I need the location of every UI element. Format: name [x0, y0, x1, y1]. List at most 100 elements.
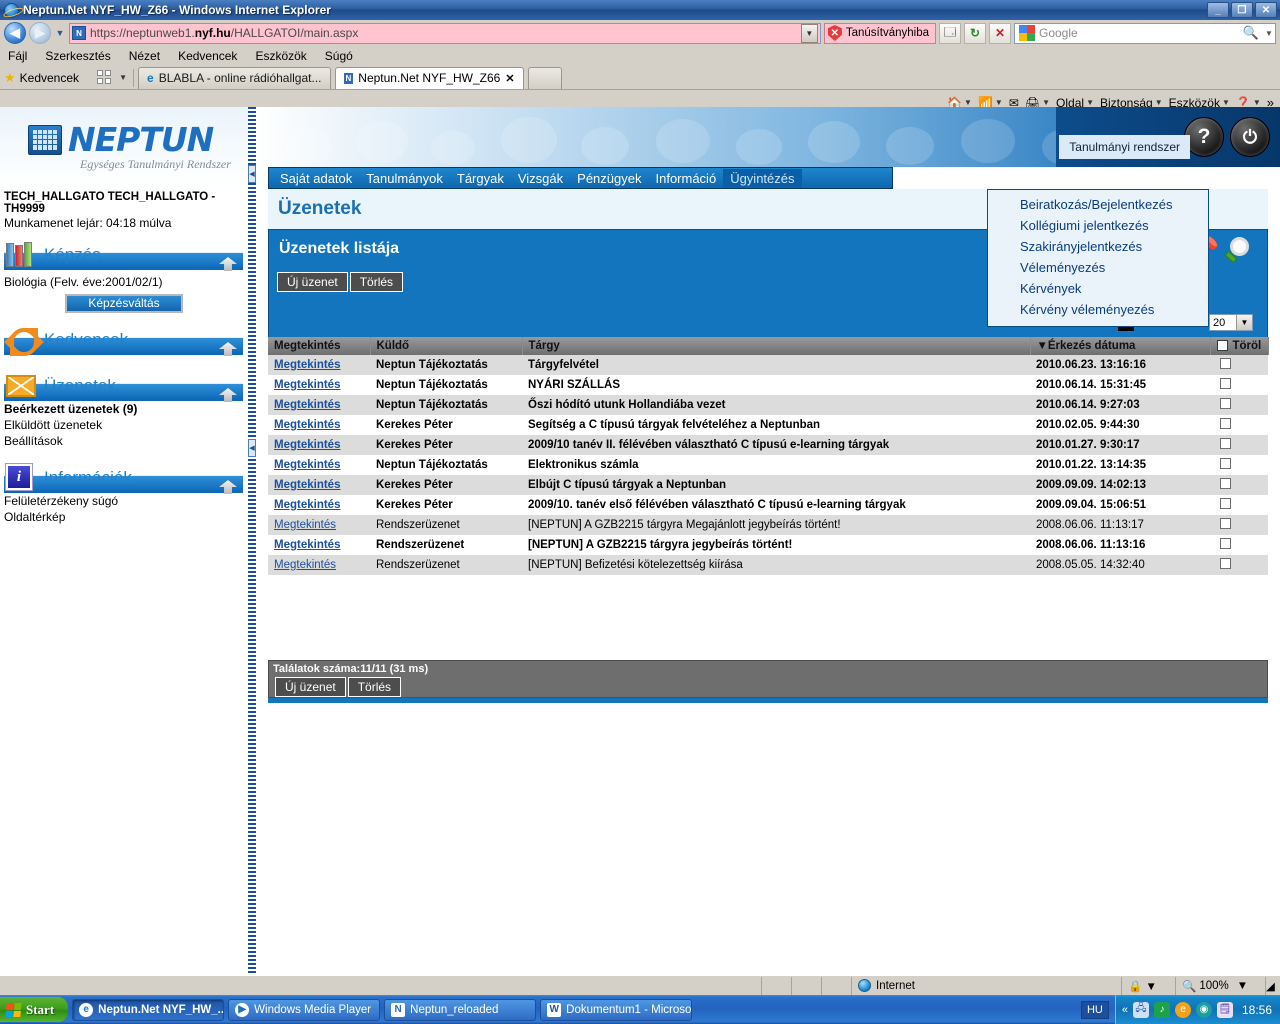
table-row[interactable]: Megtekintés Rendszerüzenet [NEPTUN] A GZB2… — [268, 515, 1268, 535]
cell-view[interactable]: Megtekintés — [268, 515, 370, 535]
cell-delete[interactable] — [1210, 435, 1268, 455]
address-input[interactable]: N https://neptunweb1.nyf.hu/HALLGATOI/ma… — [69, 22, 821, 44]
start-button[interactable]: Start — [0, 997, 69, 1022]
back-button[interactable]: ◀ — [4, 22, 26, 44]
splitter-collapse-bottom-icon[interactable]: ◀ — [248, 439, 256, 457]
delete-button-top[interactable]: Törlés — [349, 272, 404, 292]
taskbar-item[interactable]: e Neptun.Net NYF_HW_... — [72, 998, 225, 1021]
new-message-button-bottom[interactable]: Új üzenet — [275, 677, 346, 697]
nav-item-vizsgak[interactable]: Vizsgák — [511, 169, 570, 188]
delete-checkbox[interactable] — [1220, 558, 1231, 569]
collapse-arrow-icon[interactable] — [219, 388, 237, 402]
system-tab[interactable]: Tanulmányi rendszer — [1059, 135, 1190, 159]
network-icon[interactable]: 🖧 — [1132, 1001, 1149, 1018]
dropdown-item-beiratkozas[interactable]: Beiratkozás/Bejelentkezés — [988, 194, 1208, 215]
taskbar-item[interactable]: W Dokumentum1 - Microsof... — [540, 998, 693, 1021]
nav-item-penzugyek[interactable]: Pénzügyek — [570, 169, 648, 188]
language-indicator[interactable]: HU — [1080, 1000, 1109, 1019]
view-link[interactable]: Megtekintés — [274, 499, 340, 511]
page-size-select[interactable]: 20 ▼ — [1209, 314, 1253, 331]
cell-view[interactable]: Megtekintés — [268, 555, 370, 575]
delete-checkbox[interactable] — [1220, 358, 1231, 369]
cell-view[interactable]: Megtekintés — [268, 535, 370, 555]
sidebar-splitter[interactable]: ◀ ◀ — [248, 107, 256, 975]
delete-checkbox[interactable] — [1220, 498, 1231, 509]
sidebar-section-informaciok[interactable]: i Információk — [4, 463, 243, 494]
cell-delete[interactable] — [1210, 375, 1268, 395]
cell-delete[interactable] — [1210, 515, 1268, 535]
refresh-icon[interactable]: ↻ — [964, 22, 986, 44]
resize-grip[interactable]: ◢ — [1266, 979, 1280, 993]
collapse-arrow-icon[interactable] — [219, 257, 237, 271]
delete-checkbox[interactable] — [1220, 478, 1231, 489]
menu-item-view[interactable]: Nézet — [129, 49, 160, 63]
certificate-error-button[interactable]: ✕ Tanúsítványhiba — [823, 22, 936, 44]
sidebar-link-help[interactable]: Felületérzékeny súgó — [0, 493, 248, 509]
view-link[interactable]: Megtekintés — [274, 359, 340, 371]
delete-checkbox[interactable] — [1220, 418, 1231, 429]
sidebar-link-inbox[interactable]: Beérkezett üzenetek (9) — [0, 401, 248, 417]
cell-view[interactable]: Megtekintés — [268, 475, 370, 495]
dropdown-item-szakirany[interactable]: Szakirányjelentkezés — [988, 236, 1208, 257]
col-kuldo[interactable]: Küldő — [370, 337, 523, 355]
show-hidden-icons-icon[interactable]: « — [1122, 1004, 1128, 1016]
magnifier-icon[interactable] — [1224, 237, 1253, 265]
collapse-arrow-icon[interactable] — [219, 342, 237, 356]
nav-item-targyak[interactable]: Tárgyak — [450, 169, 511, 188]
table-row[interactable]: Megtekintés Rendszerüzenet [NEPTUN] A GZB2… — [268, 535, 1268, 555]
protected-mode-icon[interactable]: 🔒 ▼ — [1122, 976, 1176, 995]
view-link[interactable]: Megtekintés — [274, 519, 336, 531]
view-link[interactable]: Megtekintés — [274, 559, 336, 571]
cell-view[interactable]: Megtekintés — [268, 435, 370, 455]
help-icon[interactable]: ? — [1184, 117, 1224, 157]
taskbar-item[interactable]: ▶ Windows Media Player — [228, 998, 381, 1021]
cell-delete[interactable] — [1210, 395, 1268, 415]
menu-item-favorites[interactable]: Kedvencek — [178, 49, 237, 63]
browser-tray-icon[interactable]: e — [1174, 1001, 1191, 1018]
cell-delete[interactable] — [1210, 555, 1268, 575]
collapse-arrow-icon[interactable] — [219, 480, 237, 494]
view-link[interactable]: Megtekintés — [274, 419, 340, 431]
close-button[interactable]: ✕ — [1255, 2, 1277, 18]
dropdown-item-kervenyek[interactable]: Kérvények — [988, 278, 1208, 299]
view-link[interactable]: Megtekintés — [274, 479, 340, 491]
forward-button[interactable]: ▶ — [29, 22, 51, 44]
browser-tab-2[interactable]: N Neptun.Net NYF_HW_Z66 ✕ — [334, 66, 524, 89]
close-tab-icon[interactable]: ✕ — [505, 72, 514, 85]
taskbar-item[interactable]: N Neptun_reloaded — [384, 998, 537, 1021]
cell-delete[interactable] — [1210, 535, 1268, 555]
ugyintezes-dropdown-menu[interactable]: Beiratkozás/Bejelentkezés Kollégiumi jel… — [987, 189, 1209, 327]
note-icon[interactable]: 🗒 — [1216, 1001, 1233, 1018]
tab-list-dropdown-icon[interactable]: ▼ — [117, 73, 129, 82]
table-row[interactable]: Megtekintés Neptun Tájékoztatás Őszi hódít… — [268, 395, 1268, 415]
col-targy[interactable]: Tárgy — [522, 337, 1031, 355]
search-input[interactable]: Google 🔍 ▼ — [1014, 22, 1276, 44]
cell-delete[interactable] — [1210, 455, 1268, 475]
cell-delete[interactable] — [1210, 475, 1268, 495]
logout-power-icon[interactable]: ⏻ — [1230, 117, 1270, 157]
table-row[interactable]: Megtekintés Neptun Tájékoztatás Elektronik… — [268, 455, 1268, 475]
nav-item-tanulmanyok[interactable]: Tanulmányok — [359, 169, 450, 188]
restore-button[interactable]: ❐ — [1231, 2, 1253, 18]
minimize-button[interactable]: _ — [1207, 2, 1229, 18]
stop-icon[interactable]: ✕ — [989, 22, 1011, 44]
col-megtekintes[interactable]: Megtekintés — [268, 337, 371, 355]
view-link[interactable]: Megtekintés — [274, 459, 340, 471]
col-erkezes-datuma[interactable]: ▼Érkezés dátuma — [1030, 337, 1211, 355]
view-link[interactable]: Megtekintés — [274, 439, 340, 451]
sidebar-link-sent[interactable]: Elküldött üzenetek — [0, 417, 248, 433]
sidebar-section-kepzes[interactable]: Képzés — [4, 240, 243, 271]
address-dropdown-icon[interactable]: ▼ — [800, 23, 818, 43]
delete-button-bottom[interactable]: Törlés — [347, 677, 402, 697]
menu-item-file[interactable]: Fájl — [8, 49, 27, 63]
change-training-button[interactable]: Képzésváltás — [65, 294, 183, 313]
view-link[interactable]: Megtekintés — [274, 399, 340, 411]
menu-item-edit[interactable]: Szerkesztés — [45, 49, 110, 63]
main-navigation[interactable]: Saját adatok Tanulmányok Tárgyak Vizsgák… — [268, 167, 893, 189]
cell-delete[interactable] — [1210, 415, 1268, 435]
view-link[interactable]: Megtekintés — [274, 379, 340, 391]
sidebar-section-kedvencek[interactable]: Kedvencek — [4, 325, 243, 356]
menu-item-tools[interactable]: Eszközök — [255, 49, 306, 63]
nav-item-informacio[interactable]: Információ — [648, 169, 723, 188]
cell-view[interactable]: Megtekintés — [268, 455, 370, 475]
